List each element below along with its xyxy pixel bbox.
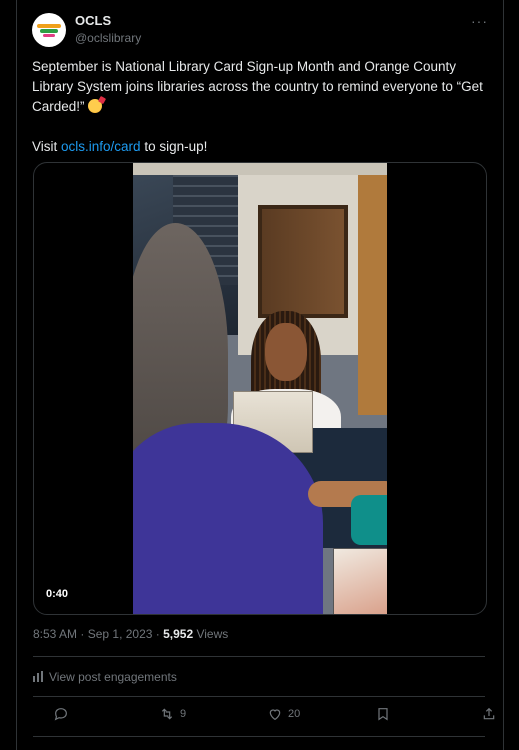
retweet-count: 9 bbox=[180, 708, 187, 720]
avatar[interactable] bbox=[32, 13, 66, 47]
tweet-meta: 8:53 AM · Sep 1, 2023 · 5,952 Views bbox=[33, 627, 228, 641]
visit-suffix: to sign-up! bbox=[140, 139, 208, 154]
user-handle[interactable]: @oclslibrary bbox=[75, 31, 141, 45]
view-engagements-link[interactable]: View post engagements bbox=[33, 670, 177, 684]
divider bbox=[33, 656, 485, 657]
share-icon bbox=[483, 707, 495, 720]
action-bar: 9 20 bbox=[33, 706, 495, 728]
video-frame[interactable] bbox=[133, 163, 387, 614]
meta-dot: · bbox=[152, 627, 164, 641]
visit-prefix: Visit bbox=[32, 139, 62, 154]
heart-icon bbox=[269, 709, 281, 721]
video-duration: 0:40 bbox=[46, 588, 69, 600]
more-options-icon[interactable]: ··· bbox=[471, 13, 488, 29]
meta-separator: · bbox=[77, 627, 88, 641]
tweet-text: September is National Library Card Sign-… bbox=[32, 57, 487, 157]
party-face-emoji-icon bbox=[88, 99, 103, 113]
card-link[interactable]: ocls.info/card bbox=[61, 139, 141, 154]
tweet-card: OCLS @oclslibrary ··· September is Natio… bbox=[16, 0, 504, 750]
views-count: 5,952 bbox=[163, 627, 194, 641]
like-button[interactable]: 20 bbox=[267, 706, 300, 722]
analytics-icon bbox=[33, 671, 43, 682]
divider bbox=[33, 696, 485, 697]
tweet-header: OCLS @oclslibrary ··· bbox=[32, 10, 488, 50]
bookmark-button[interactable] bbox=[375, 706, 391, 722]
retweet-button[interactable]: 9 bbox=[159, 706, 186, 722]
engagements-label: View post engagements bbox=[49, 670, 177, 684]
divider bbox=[33, 736, 485, 737]
video-player[interactable]: 0:40 bbox=[33, 162, 487, 615]
display-name[interactable]: OCLS bbox=[75, 13, 111, 28]
tweet-date[interactable]: Sep 1, 2023 bbox=[88, 627, 153, 641]
retweet-icon bbox=[161, 708, 173, 720]
like-count: 20 bbox=[288, 708, 301, 720]
reply-button[interactable] bbox=[53, 706, 74, 722]
bookmark-icon bbox=[378, 708, 388, 721]
tweet-time[interactable]: 8:53 AM bbox=[33, 627, 77, 641]
views-label: Views bbox=[193, 627, 229, 641]
share-button[interactable] bbox=[481, 706, 497, 722]
reply-icon bbox=[54, 708, 67, 721]
